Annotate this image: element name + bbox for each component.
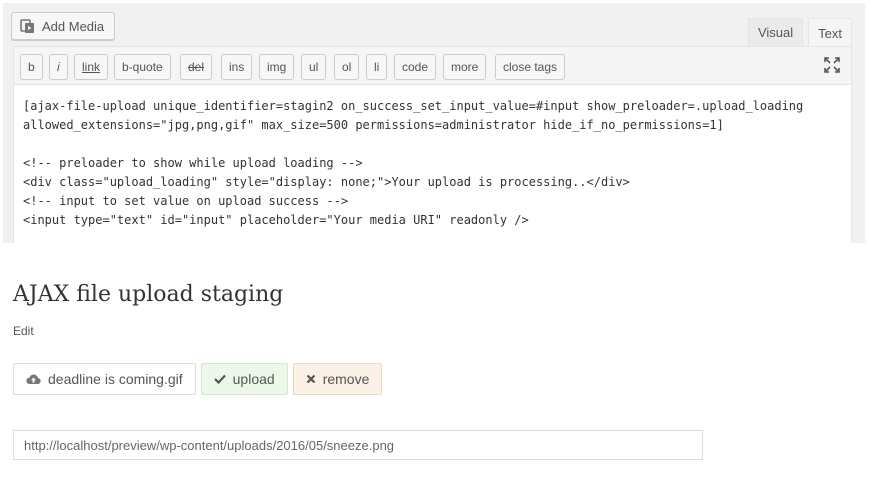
editor-container: Add Media Visual Text b i link b-quote d… (3, 3, 865, 243)
close-icon (306, 374, 316, 384)
qt-del-button[interactable]: del (180, 54, 213, 80)
fullscreen-button[interactable] (821, 56, 843, 78)
upload-label: upload (232, 371, 275, 387)
fullscreen-icon (823, 56, 841, 79)
page-title: AJAX file upload staging (13, 282, 284, 307)
edit-link[interactable]: Edit (13, 324, 34, 338)
content-line: <!-- preloader to show while upload load… (23, 156, 363, 170)
qt-ins-button[interactable]: ins (221, 54, 253, 80)
remove-button[interactable]: remove (292, 363, 383, 395)
content-line: <div class="upload_loading" style="displ… (23, 175, 630, 189)
qt-ol-button[interactable]: ol (334, 54, 360, 80)
qt-code-button[interactable]: code (394, 54, 437, 80)
add-media-button[interactable]: Add Media (11, 12, 116, 40)
qt-bold-button[interactable]: b (20, 54, 43, 80)
content-line: ​ (23, 135, 842, 154)
upload-controls: deadline is coming.gif upload remove (13, 363, 383, 395)
qt-link-button[interactable]: link (74, 54, 109, 80)
tab-text[interactable]: Text (808, 18, 852, 47)
media-uri-input[interactable] (13, 430, 703, 460)
media-icon (20, 18, 36, 34)
upload-button[interactable]: upload (200, 363, 288, 395)
content-textarea[interactable]: [ajax-file-upload unique_identifier=stag… (13, 84, 852, 243)
qt-del-label: del (188, 60, 205, 74)
content-line: <!-- input to set value on upload succes… (23, 194, 349, 208)
qt-more-button[interactable]: more (443, 54, 487, 80)
editor-mode-tabs: Visual Text (747, 18, 852, 47)
select-file-button[interactable]: deadline is coming.gif (13, 363, 196, 395)
content-line: <input type="text" id="input" placeholde… (23, 213, 529, 227)
qt-li-button[interactable]: li (366, 54, 388, 80)
qt-ul-button[interactable]: ul (301, 54, 327, 80)
content-line: [ajax-file-upload unique_identifier=stag… (23, 99, 804, 113)
qt-img-button[interactable]: img (259, 54, 295, 80)
qt-italic-button[interactable]: i (49, 54, 68, 80)
remove-label: remove (322, 371, 370, 387)
qt-bquote-button[interactable]: b-quote (114, 54, 171, 80)
quicktags-toolbar: b i link b-quote del ins img ul ol li co… (13, 46, 852, 84)
add-media-label: Add Media (42, 18, 105, 34)
qt-close-tags-button[interactable]: close tags (495, 54, 566, 80)
check-icon (213, 374, 226, 384)
tab-visual[interactable]: Visual (747, 18, 804, 46)
qt-link-label: link (82, 60, 101, 74)
content-line: allowed_extensions="jpg,png,gif" max_siz… (23, 118, 724, 132)
file-name: deadline is coming.gif (48, 371, 183, 387)
cloud-upload-icon (26, 373, 41, 385)
